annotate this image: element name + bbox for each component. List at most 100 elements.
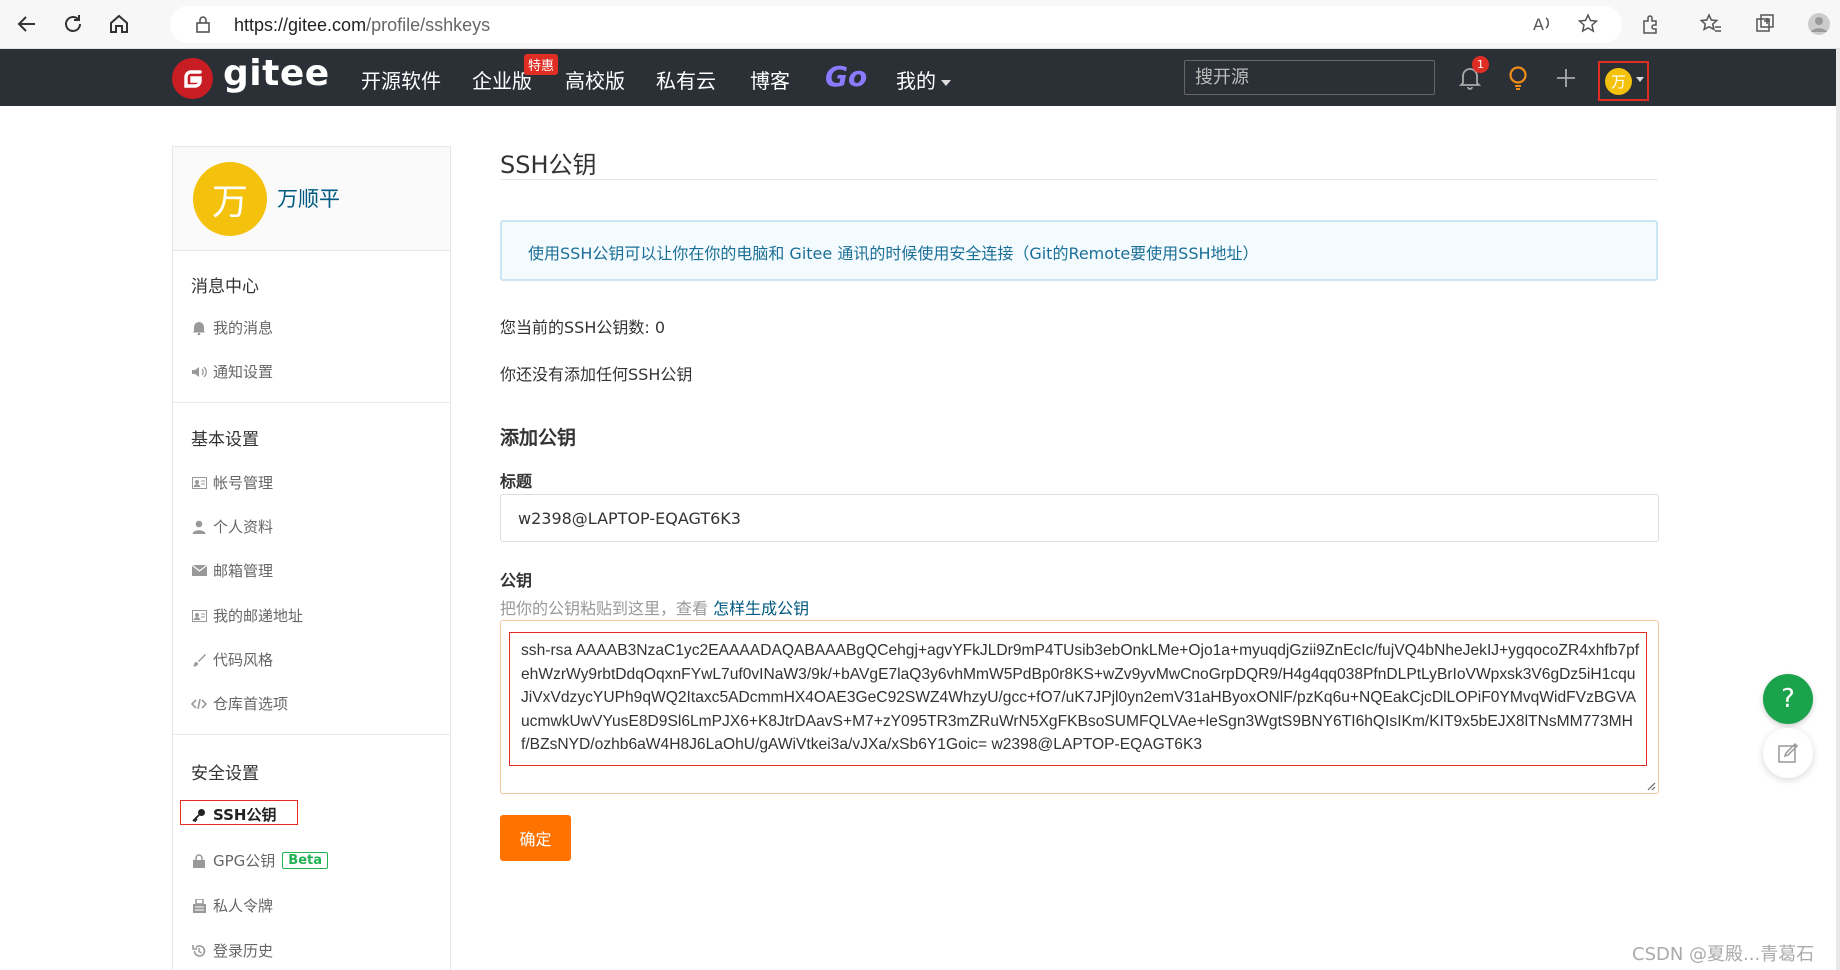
code-icon (191, 696, 207, 712)
favorites-icon[interactable] (1696, 9, 1726, 39)
settings-sidebar: 万 万顺平 消息中心 我的消息 通知设置 基本设置 帐号管理 个人资料 邮箱管理… (172, 146, 451, 970)
edit-icon (1778, 742, 1799, 763)
avatar: 万 (1605, 68, 1632, 95)
address-card-icon (191, 608, 207, 624)
profile-icon[interactable] (1804, 9, 1834, 39)
title-label: 标题 (500, 472, 533, 491)
sidebar-item-address[interactable]: 我的邮递地址 (191, 605, 303, 626)
home-icon[interactable] (104, 9, 134, 39)
sidebar-item-label: 邮箱管理 (213, 562, 274, 580)
nav-mine-dropdown[interactable]: 我的 (896, 65, 951, 94)
public-key-value: ssh-rsa AAAAB3NzaC1yc2EAAAADAQABAAABgQCe… (521, 642, 1640, 753)
sidebar-item-label: 登录历史 (213, 942, 274, 960)
divider (173, 402, 450, 403)
sidebar-item-code-style[interactable]: 代码风格 (191, 649, 273, 670)
back-icon[interactable] (12, 9, 42, 39)
sidebar-item-label: SSH公钥 (213, 806, 277, 824)
user-menu[interactable]: 万 (1598, 61, 1649, 101)
search-input[interactable] (1184, 60, 1435, 95)
nav-education[interactable]: 高校版 (565, 65, 625, 94)
help-button[interactable]: ? (1763, 674, 1813, 724)
history-icon (191, 943, 207, 959)
sidebar-item-gpg-keys[interactable]: GPG公钥 Beta (191, 850, 329, 871)
feedback-button[interactable] (1763, 728, 1813, 778)
page-title: SSH公钥 (500, 151, 597, 179)
sidebar-item-login-history[interactable]: 登录历史 (191, 940, 273, 961)
favorite-add-icon[interactable] (1574, 9, 1604, 39)
section-title-messages: 消息中心 (191, 277, 259, 297)
key-icon (191, 807, 207, 823)
sidebar-item-private-tokens[interactable]: 私人令牌 (191, 895, 273, 916)
read-aloud-icon[interactable]: A (1528, 9, 1558, 39)
lightbulb-icon[interactable] (1503, 63, 1533, 93)
lock-icon (191, 853, 207, 869)
public-key-textarea[interactable]: ssh-rsa AAAAB3NzaC1yc2EAAAADAQABAAABgQCe… (500, 620, 1659, 794)
info-text: 使用SSH公钥可以让你在你的电脑和 Gitee 通讯的时候使用安全连接（Git的… (528, 244, 1259, 263)
sidebar-item-notification-settings[interactable]: 通知设置 (191, 361, 273, 382)
nav-enterprise[interactable]: 企业版 (472, 65, 532, 94)
page-scrollbar[interactable] (1836, 49, 1840, 970)
sidebar-item-ssh-keys[interactable]: SSH公钥 (191, 804, 277, 825)
chevron-down-icon (941, 79, 951, 86)
sidebar-item-label: 代码风格 (213, 651, 274, 669)
url-text: https://gitee.com/profile/sshkeys (234, 15, 491, 35)
token-icon (191, 898, 207, 914)
nav-blog[interactable]: 博客 (750, 65, 790, 94)
svg-text:A: A (1533, 15, 1544, 34)
nav-private-cloud[interactable]: 私有云 (656, 65, 716, 94)
notification-badge: 1 (1472, 56, 1489, 73)
sidebar-item-label: 私人令牌 (213, 897, 274, 915)
key-hint-text: 把你的公钥粘贴到这里，查看 (500, 599, 714, 618)
key-content-highlight: ssh-rsa AAAAB3NzaC1yc2EAAAADAQABAAABgQCe… (509, 632, 1647, 766)
lock-icon (196, 16, 210, 37)
envelope-icon (191, 563, 207, 579)
empty-keys-message: 你还没有添加任何SSH公钥 (500, 365, 693, 384)
key-title-input[interactable] (500, 494, 1659, 542)
reload-icon[interactable] (58, 9, 88, 39)
nav-go[interactable]: Go (825, 60, 867, 93)
sidebar-item-label: 我的消息 (213, 319, 274, 337)
sidebar-item-label: 仓库首选项 (213, 695, 289, 713)
id-card-icon (191, 475, 207, 491)
how-to-generate-key-link[interactable]: 怎样生成公钥 (713, 599, 809, 618)
avatar[interactable]: 万 (193, 162, 267, 236)
section-title-security: 安全设置 (191, 764, 259, 784)
sidebar-item-repo-preferences[interactable]: 仓库首选项 (191, 693, 288, 714)
key-hint: 把你的公钥粘贴到这里，查看 怎样生成公钥 (500, 595, 809, 619)
site-header: gitee 开源软件 企业版 特惠 高校版 私有云 博客 Go 我的 1 万 (0, 49, 1836, 106)
sidebar-item-my-messages[interactable]: 我的消息 (191, 317, 273, 338)
browser-toolbar: https://gitee.com/profile/sshkeys A (0, 0, 1840, 49)
bell-icon (191, 320, 207, 336)
watermark: CSDN @夏殿...青葛石 (1632, 944, 1815, 965)
username[interactable]: 万顺平 (277, 183, 340, 213)
extensions-icon[interactable] (1636, 9, 1666, 39)
sidebar-item-label: 个人资料 (213, 518, 274, 536)
resize-handle-icon[interactable] (1646, 781, 1656, 791)
sidebar-item-label: 我的邮递地址 (213, 607, 304, 625)
key-label: 公钥 (500, 571, 533, 590)
nav-mine-label: 我的 (896, 69, 936, 93)
gitee-logo-icon[interactable] (172, 58, 213, 99)
sidebar-item-label: 帐号管理 (213, 474, 274, 492)
sidebar-item-label: 通知设置 (213, 363, 274, 381)
nav-open-source[interactable]: 开源软件 (361, 65, 441, 94)
section-title-basic: 基本设置 (191, 430, 259, 450)
submit-button[interactable]: 确定 (500, 815, 571, 861)
plus-icon[interactable] (1551, 63, 1581, 93)
info-message: 使用SSH公钥可以让你在你的电脑和 Gitee 通讯的时候使用安全连接（Git的… (500, 220, 1658, 281)
sidebar-item-account[interactable]: 帐号管理 (191, 472, 273, 493)
promo-badge: 特惠 (524, 54, 559, 75)
sidebar-item-label: GPG公钥 (213, 852, 276, 870)
beta-badge: Beta (282, 852, 329, 869)
divider (500, 179, 1658, 180)
sidebar-item-profile[interactable]: 个人资料 (191, 516, 273, 537)
speaker-icon (191, 364, 207, 380)
sidebar-item-email[interactable]: 邮箱管理 (191, 560, 273, 581)
gitee-logo-text[interactable]: gitee (223, 53, 330, 94)
ssh-key-count: 您当前的SSH公钥数: 0 (500, 318, 666, 337)
collections-icon[interactable] (1750, 9, 1780, 39)
chevron-down-icon (1636, 77, 1644, 82)
address-bar[interactable]: https://gitee.com/profile/sshkeys (170, 6, 1622, 43)
divider (173, 734, 450, 735)
add-key-heading: 添加公钥 (500, 427, 577, 449)
